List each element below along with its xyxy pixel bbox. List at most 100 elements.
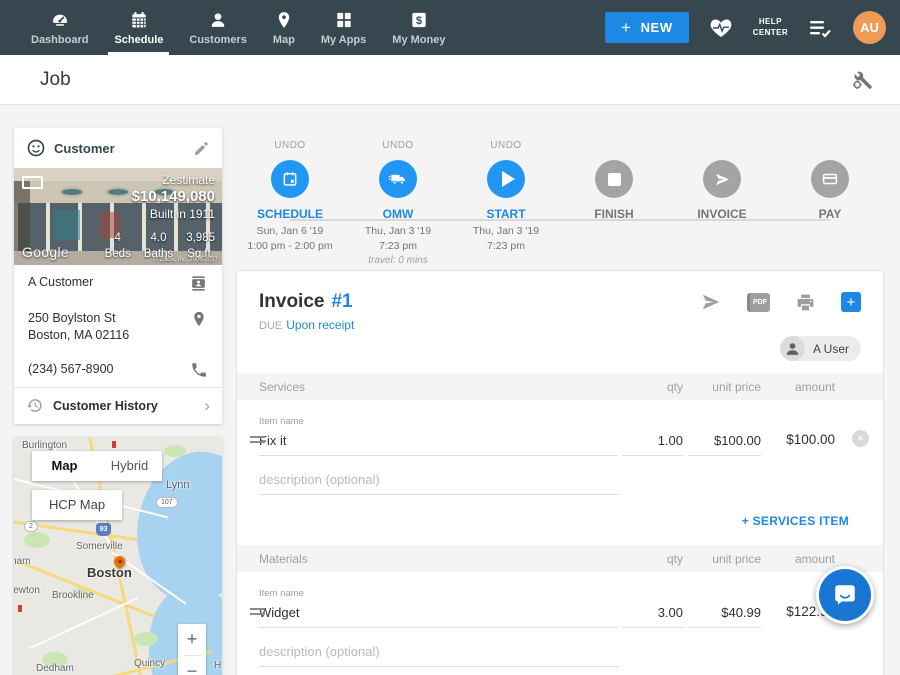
finish-step-button[interactable] xyxy=(595,160,633,198)
service-unit-price-input[interactable] xyxy=(688,433,761,456)
nav-item-dashboard[interactable]: Dashboard xyxy=(18,0,101,55)
property-photo: Zestimate $10,149,080 Built in 1911 4Bed… xyxy=(14,168,222,265)
pay-step-button[interactable] xyxy=(811,160,849,198)
map-label-somerville: Somerville xyxy=(76,541,123,552)
amount-column-header: amount xyxy=(761,380,835,394)
new-button-label: NEW xyxy=(641,20,673,35)
pdf-icon[interactable]: PDF xyxy=(747,293,770,312)
zoom-out-button[interactable]: − xyxy=(178,656,206,675)
map-label-hingham: Hi xyxy=(214,660,222,671)
hybrid-type-button[interactable]: Hybrid xyxy=(97,451,162,481)
unit-price-column-header: unit price xyxy=(683,552,761,566)
nav-item-label: My Apps xyxy=(321,34,366,46)
job-tools-icon[interactable] xyxy=(850,68,874,92)
plus-icon: + xyxy=(621,19,632,36)
nav-item-my-money[interactable]: $ My Money xyxy=(379,0,458,55)
left-sidebar: Customer Zestimate xyxy=(14,128,222,675)
step-date: Thu, Jan 3 '19 xyxy=(365,225,431,237)
contact-card-icon[interactable] xyxy=(189,274,208,293)
item-name-label: Item name xyxy=(259,588,617,599)
print-icon[interactable] xyxy=(795,292,816,313)
material-qty-input[interactable] xyxy=(622,605,683,628)
edit-pencil-icon[interactable] xyxy=(193,140,210,157)
location-pin-icon[interactable] xyxy=(190,310,208,328)
nav-item-customers[interactable]: Customers xyxy=(176,0,259,55)
step-date: Sun, Jan 6 '19 xyxy=(257,225,324,237)
customer-name-row: A Customer xyxy=(14,265,222,301)
map-park xyxy=(134,632,158,646)
map-park xyxy=(24,532,50,548)
timeline-step-schedule: UNDO SCHEDULE Sun, Jan 6 '191:00 pm - 2:… xyxy=(236,140,344,266)
new-button[interactable]: + NEW xyxy=(605,12,689,43)
user-avatar[interactable]: AU xyxy=(853,11,886,44)
add-services-item-button[interactable]: + SERVICES ITEM xyxy=(742,514,849,528)
customer-history-link[interactable]: Customer History › xyxy=(14,388,222,424)
remove-item-button[interactable]: × xyxy=(852,430,869,447)
built-year: Built in 1911 xyxy=(132,207,215,222)
chat-launcher[interactable] xyxy=(816,566,874,624)
service-item-name-input[interactable] xyxy=(259,433,617,456)
undo-schedule-button[interactable]: UNDO xyxy=(274,140,305,152)
map-park xyxy=(164,445,186,457)
hcp-map-button[interactable]: HCP Map xyxy=(32,490,122,520)
zestimate-value: $10,149,080 xyxy=(132,188,215,207)
add-invoice-button[interactable]: + xyxy=(841,292,861,312)
svg-text:$: $ xyxy=(416,14,422,26)
customer-name: A Customer xyxy=(28,274,93,291)
map-transit-mark xyxy=(18,605,22,612)
invoice-number-link[interactable]: #1 xyxy=(331,291,352,313)
assignee-chip[interactable]: A User xyxy=(780,336,861,361)
material-unit-price-input[interactable] xyxy=(688,605,761,628)
content-area: Customer Zestimate xyxy=(0,105,900,675)
materials-header-band: Materials qty unit price amount xyxy=(237,545,883,572)
map-widget[interactable]: Burlington Lynn 107 2 93 Somerville ham … xyxy=(14,437,222,675)
map-type-controls: Map Hybrid HCP Map xyxy=(32,451,162,520)
truck-icon xyxy=(388,169,408,189)
due-value-link[interactable]: Upon receipt xyxy=(286,318,354,332)
service-qty-input[interactable] xyxy=(622,433,683,456)
step-label: OMW xyxy=(383,207,414,221)
map-label-quincy: Quincy xyxy=(134,658,165,669)
schedule-step-button[interactable] xyxy=(271,160,309,198)
invoice-step-button[interactable] xyxy=(703,160,741,198)
help-line1: HELP xyxy=(753,17,788,28)
timeline-step-omw: UNDO OMW Thu, Jan 3 '197:23 pm travel: 0… xyxy=(344,140,452,266)
map-label-waltham: ham xyxy=(14,556,30,567)
step-time: 7:23 pm xyxy=(487,240,525,252)
material-item-name-input[interactable] xyxy=(259,605,617,628)
map-label-newton: Newton xyxy=(14,585,40,596)
send-invoice-icon[interactable] xyxy=(700,291,722,313)
step-time: 1:00 pm - 2:00 pm xyxy=(247,240,332,252)
material-description-input[interactable] xyxy=(259,644,619,667)
nav-item-map[interactable]: Map xyxy=(260,0,308,55)
map-label-burlington: Burlington xyxy=(22,440,67,451)
task-list-icon[interactable] xyxy=(808,17,833,39)
unit-price-column-header: unit price xyxy=(683,380,761,394)
customer-card-title: Customer xyxy=(54,141,115,156)
help-center-link[interactable]: HELP CENTER xyxy=(753,17,788,39)
nav-item-my-apps[interactable]: My Apps xyxy=(308,0,379,55)
heart-pulse-icon[interactable] xyxy=(709,16,733,40)
map-type-button[interactable]: Map xyxy=(32,451,97,481)
streetview-frame-icon[interactable] xyxy=(22,176,43,189)
undo-omw-button[interactable]: UNDO xyxy=(382,140,413,152)
undo-start-button[interactable]: UNDO xyxy=(490,140,521,152)
omw-step-button[interactable] xyxy=(379,160,417,198)
address-line2: Boston, MA 02116 xyxy=(28,328,129,342)
history-clock-icon xyxy=(26,397,43,414)
zoom-in-button[interactable]: + xyxy=(178,624,206,655)
nav-item-schedule[interactable]: Schedule xyxy=(101,0,176,55)
service-description-input[interactable] xyxy=(259,472,619,495)
drag-handle[interactable] xyxy=(250,605,265,618)
stat-value: 4.0 xyxy=(144,230,173,246)
top-nav: Dashboard Schedule Customers Map My Apps… xyxy=(0,0,900,55)
start-step-button[interactable] xyxy=(487,160,525,198)
amount-column-header: amount xyxy=(761,552,835,566)
timeline-step-invoice: INVOICE xyxy=(668,140,776,266)
service-description-row xyxy=(237,456,883,495)
phone-icon[interactable] xyxy=(190,361,208,379)
customer-card: Customer Zestimate xyxy=(14,128,222,424)
drag-handle[interactable] xyxy=(250,433,265,446)
step-label: START xyxy=(486,207,525,221)
nav-right: + NEW HELP CENTER AU xyxy=(605,0,886,55)
